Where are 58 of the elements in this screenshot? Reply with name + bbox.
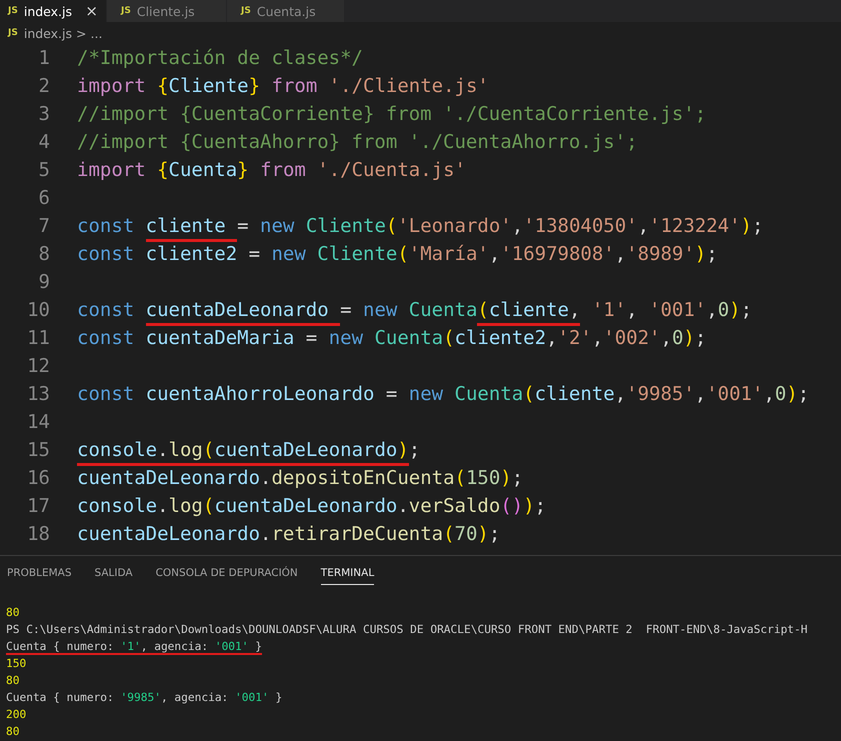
js-file-icon: JS xyxy=(8,6,18,16)
breadcrumb-item[interactable]: index.js xyxy=(24,26,72,40)
code-line: cuentaDeLeonardo.depositoEnCuenta(150); xyxy=(77,466,524,491)
code-line: import {Cliente} from './Cliente.js' xyxy=(77,74,489,99)
line-number: 3 xyxy=(38,103,51,125)
tab-label: index.js xyxy=(24,4,74,18)
js-file-icon: JS xyxy=(8,28,18,38)
code-line: import {Cuenta} from './Cuenta.js' xyxy=(77,158,466,183)
panel-tab[interactable]: SALIDA xyxy=(94,567,133,584)
line-number: 1 xyxy=(38,47,51,69)
line-number: 15 xyxy=(26,439,51,461)
line-number: 9 xyxy=(38,271,51,293)
js-file-icon: JS xyxy=(121,6,131,16)
close-icon[interactable]: × xyxy=(85,2,98,20)
js-file-icon: JS xyxy=(241,6,251,16)
panel-tab[interactable]: PROBLEMAS xyxy=(7,567,72,584)
line-number: 6 xyxy=(38,187,51,209)
line-number: 18 xyxy=(26,523,51,545)
line-number: 17 xyxy=(26,495,51,517)
terminal-line: Cuenta { numero: '1', agencia: '001' } xyxy=(6,639,262,655)
line-number: 12 xyxy=(26,355,51,377)
line-number: 11 xyxy=(26,327,51,349)
editor-tab[interactable]: JS Cliente.js xyxy=(107,0,227,22)
terminal-line: Cuenta { numero: '9985', agencia: '001' } xyxy=(6,690,282,706)
code-line: /*Importación de clases*/ xyxy=(77,46,363,71)
panel-tab[interactable]: CONSOLA DE DEPURACIÓN xyxy=(156,567,298,584)
line-number: 7 xyxy=(38,215,51,237)
terminal-line: 150 xyxy=(6,656,26,672)
breadcrumb-item[interactable]: ... xyxy=(90,26,102,40)
code-line: //import {CuentaCorriente} from './CuentaCorriente.js'; xyxy=(77,102,706,127)
terminal-line: 200 xyxy=(6,707,26,723)
terminal-line: PS C:\Users\Administrador\Downloads\DOUNLOADSF\ALURA CURSOS DE ORACLE\CURSO FRONT END\PARTE 2 FRONT-END\8-JavaScript-H xyxy=(6,622,808,638)
code-line: const cliente2 = new Cliente('María','16979808','8989'); xyxy=(77,242,718,267)
line-number: 2 xyxy=(38,75,51,97)
line-number: 8 xyxy=(38,243,51,265)
tab-label: Cliente.js xyxy=(136,4,196,18)
code-line: console.log(cuentaDeLeonardo); xyxy=(77,433,420,467)
tab-label: Cuenta.js xyxy=(256,4,317,18)
editor-tab[interactable]: JS index.js × xyxy=(0,0,107,22)
panel-tab[interactable]: TERMINAL xyxy=(320,567,374,585)
line-number: 10 xyxy=(26,299,51,321)
terminal-line: 80 xyxy=(6,724,20,740)
code-line: cuentaDeLeonardo.retirarDeCuenta(70); xyxy=(77,522,500,547)
line-number: 13 xyxy=(26,383,51,405)
terminal-line: 80 xyxy=(6,605,20,621)
line-number: 14 xyxy=(26,411,51,433)
chevron-icon: > xyxy=(76,26,86,40)
code-line: console.log(cuentaDeLeonardo.verSaldo()); xyxy=(77,494,546,519)
editor-tab[interactable]: JS Cuenta.js xyxy=(227,0,345,22)
line-number: 5 xyxy=(38,159,51,181)
code-line: const cuentaAhorroLeonardo = new Cuenta(cliente,'9985','001',0); xyxy=(77,382,810,407)
terminal-line: 80 xyxy=(6,673,20,689)
code-line: const cuentaDeMaria = new Cuenta(cliente2,'2','002',0); xyxy=(77,326,706,351)
line-number: 16 xyxy=(26,467,51,489)
code-line: const cliente = new Cliente('Leonardo','13804050','123224'); xyxy=(77,209,764,243)
code-line: //import {CuentaAhorro} from './CuentaAhorro.js'; xyxy=(77,130,638,155)
code-line: const cuentaDeLeonardo = new Cuenta(cliente, '1', '001',0); xyxy=(77,293,752,327)
line-number: 4 xyxy=(38,131,51,153)
